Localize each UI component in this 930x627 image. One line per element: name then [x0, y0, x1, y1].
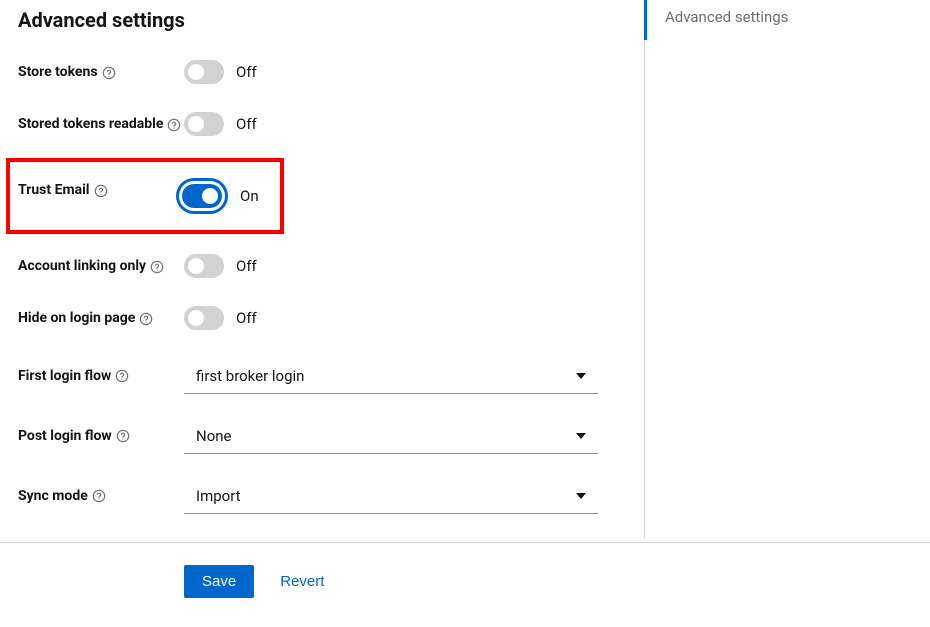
toggle-stored-tokens-readable[interactable] — [184, 112, 224, 136]
label-first-login-flow: First login flow — [18, 366, 184, 387]
row-first-login-flow: First login flow first broker login — [18, 358, 644, 394]
caret-down-icon — [576, 433, 586, 439]
select-sync-mode[interactable]: Import — [184, 478, 598, 514]
help-icon[interactable] — [102, 66, 116, 80]
save-button[interactable]: Save — [184, 565, 254, 598]
toggle-state-account-linking-only: Off — [236, 257, 257, 275]
toggle-hide-on-login-page[interactable] — [184, 306, 224, 330]
help-icon[interactable] — [94, 184, 108, 198]
toggle-store-tokens[interactable] — [184, 60, 224, 84]
help-icon[interactable] — [115, 369, 129, 383]
toggle-state-stored-tokens-readable: Off — [236, 115, 257, 133]
label-trust-email: Trust Email — [18, 178, 176, 201]
row-sync-mode: Sync mode Import — [18, 478, 644, 514]
settings-form: Advanced settings Store tokens Off Store… — [0, 0, 644, 538]
row-stored-tokens-readable: Stored tokens readable Off — [18, 112, 644, 136]
side-nav-item-advanced-settings[interactable]: Advanced settings — [644, 0, 929, 40]
label-sync-mode: Sync mode — [18, 486, 184, 507]
label-hide-on-login-page: Hide on login page — [18, 306, 184, 329]
toggle-trust-email[interactable] — [182, 184, 222, 208]
toggle-state-trust-email: On — [240, 187, 259, 205]
revert-button[interactable]: Revert — [276, 565, 328, 598]
row-post-login-flow: Post login flow None — [18, 418, 644, 454]
row-account-linking-only: Account linking only Off — [18, 254, 644, 278]
help-icon[interactable] — [92, 489, 106, 503]
label-stored-tokens-readable: Stored tokens readable — [18, 112, 184, 135]
form-footer: Save Revert — [0, 542, 930, 598]
highlight-trust-email: Trust Email On — [6, 158, 284, 234]
row-hide-on-login-page: Hide on login page Off — [18, 306, 644, 330]
help-icon[interactable] — [150, 260, 164, 274]
section-title: Advanced settings — [18, 8, 644, 32]
toggle-account-linking-only[interactable] — [184, 254, 224, 278]
select-value: None — [196, 427, 232, 445]
help-icon[interactable] — [167, 118, 181, 132]
row-store-tokens: Store tokens Off — [18, 60, 644, 84]
select-first-login-flow[interactable]: first broker login — [184, 358, 598, 394]
select-value: Import — [196, 487, 241, 505]
toggle-state-store-tokens: Off — [236, 63, 257, 81]
help-icon[interactable] — [139, 312, 153, 326]
help-icon[interactable] — [116, 429, 130, 443]
select-value: first broker login — [196, 367, 304, 385]
caret-down-icon — [576, 373, 586, 379]
label-account-linking-only: Account linking only — [18, 254, 184, 277]
label-store-tokens: Store tokens — [18, 60, 184, 83]
side-nav: Advanced settings — [644, 0, 929, 538]
toggle-focus-ring — [176, 178, 228, 214]
toggle-state-hide-on-login-page: Off — [236, 309, 257, 327]
caret-down-icon — [576, 493, 586, 499]
select-post-login-flow[interactable]: None — [184, 418, 598, 454]
label-post-login-flow: Post login flow — [18, 426, 184, 447]
row-trust-email: Trust Email On — [18, 178, 274, 214]
